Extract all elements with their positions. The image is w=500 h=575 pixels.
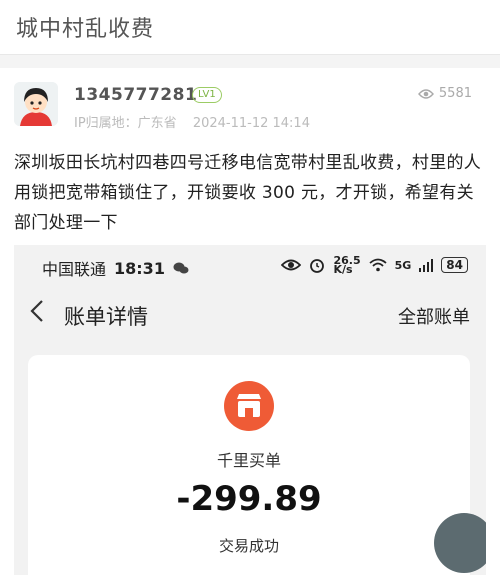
page-header: 城中村乱收费 bbox=[0, 0, 500, 55]
bill-card: 千里买单 -299.89 交易成功 bbox=[28, 355, 470, 575]
back-chevron-icon[interactable] bbox=[30, 299, 44, 329]
username[interactable]: 1345777281 bbox=[74, 85, 197, 105]
status-time: 18:31 bbox=[114, 258, 165, 278]
author-row: 1345777281 LV1 IP归属地：广东省 2024-11-12 14:1… bbox=[14, 68, 486, 136]
shop-icon bbox=[224, 381, 274, 431]
section-divider bbox=[0, 55, 500, 68]
alarm-icon bbox=[310, 259, 325, 273]
all-bills-link[interactable]: 全部账单 bbox=[398, 303, 470, 329]
eye-icon bbox=[417, 88, 434, 99]
cartoon-avatar-icon bbox=[14, 82, 58, 126]
post-meta: IP归属地：广东省 2024-11-12 14:14 bbox=[74, 112, 322, 131]
floating-action-button[interactable] bbox=[434, 513, 486, 573]
level-badge: LV1 bbox=[192, 87, 222, 103]
attached-screenshot[interactable]: 中国联通 18:31 26.5 K/s 5G 84 账单详情 全部账单 千里买单… bbox=[14, 245, 486, 575]
network-speed-unit: K/s bbox=[333, 263, 353, 276]
page-title: 城中村乱收费 bbox=[16, 17, 155, 42]
view-count-value: 5581 bbox=[438, 86, 472, 101]
bill-page-title: 账单详情 bbox=[64, 305, 148, 329]
avatar[interactable] bbox=[14, 82, 58, 126]
merchant-name: 千里买单 bbox=[216, 451, 281, 470]
bill-amount: -299.89 bbox=[176, 479, 322, 519]
phone-status-bar: 中国联通 18:31 26.5 K/s 5G 84 bbox=[14, 253, 486, 279]
network-type: 5G bbox=[394, 258, 412, 272]
transaction-status: 交易成功 bbox=[218, 537, 279, 555]
post: 1345777281 LV1 IP归属地：广东省 2024-11-12 14:1… bbox=[0, 68, 500, 238]
battery-level: 84 bbox=[441, 257, 468, 273]
eye-comfort-icon bbox=[281, 259, 302, 271]
view-count: 5581 bbox=[417, 86, 472, 101]
post-body: 深圳坂田长坑村四巷四号迁移电信宽带村里乱收费，村里的人用锁把宽带箱锁住了，开锁要… bbox=[14, 153, 482, 233]
signal-icon bbox=[419, 259, 434, 272]
wechat-icon bbox=[173, 262, 189, 274]
network-speed: 26.5 K/s bbox=[333, 255, 360, 276]
bill-nav-bar: 账单详情 全部账单 bbox=[14, 295, 486, 335]
post-datetime: 2024-11-12 14:14 bbox=[192, 116, 310, 131]
carrier-name: 中国联通 bbox=[42, 260, 107, 279]
wifi-icon bbox=[369, 258, 387, 272]
ip-location: IP归属地：广东省 bbox=[74, 116, 177, 131]
